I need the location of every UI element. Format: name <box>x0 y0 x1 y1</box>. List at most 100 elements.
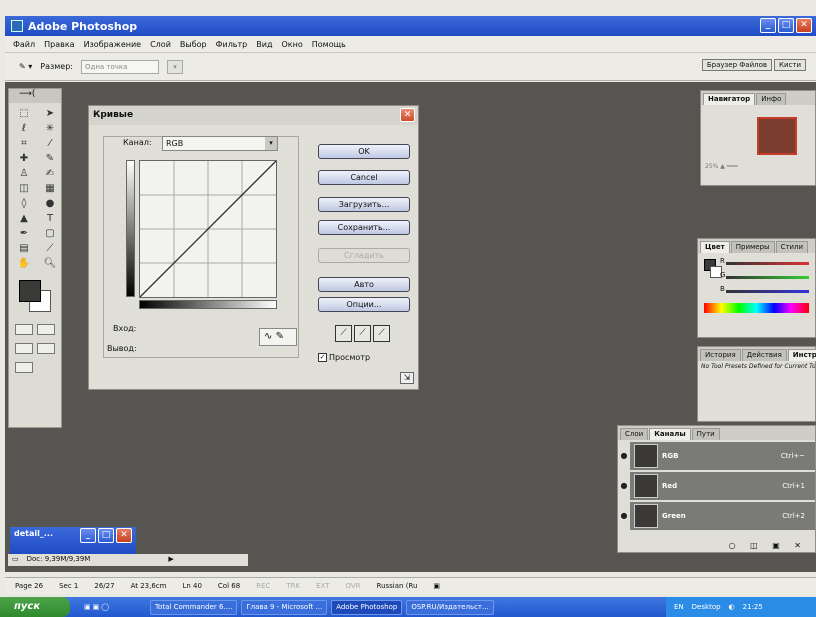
navigator-zoom[interactable]: 25% ▲ ━━━ <box>705 163 805 173</box>
tab-history[interactable]: История <box>700 349 741 361</box>
tab-paths[interactable]: Пути <box>691 428 720 440</box>
channel-actions[interactable]: ○ ◫ ▣ ✕ <box>729 541 807 550</box>
blur-tool-icon[interactable]: ◊ <box>13 197 35 210</box>
curves-grid[interactable] <box>139 160 277 298</box>
document-window[interactable]: detail_... _ □ ✕ <box>10 527 136 554</box>
color-slider-r[interactable]: R <box>720 257 809 269</box>
taskbar-item-total-commander[interactable]: Total Commander 6.... <box>150 599 238 615</box>
color-spectrum-bar[interactable] <box>704 303 809 313</box>
notes-tool-icon[interactable]: ▤ <box>13 242 35 255</box>
maximize-button[interactable]: □ <box>778 18 794 33</box>
preview-checkbox-row[interactable]: ✓ Просмотр <box>318 353 370 362</box>
auto-button[interactable]: Авто <box>318 277 410 292</box>
tab-navigator[interactable]: Навигатор <box>703 93 756 105</box>
channel-select[interactable]: RGB ▾ <box>162 136 278 151</box>
slider-g-track[interactable] <box>726 276 809 279</box>
size-select[interactable]: Одна точка <box>80 59 159 74</box>
eyedropper-tool-icon[interactable]: ⟋ <box>39 242 61 255</box>
dialog-close-button[interactable]: ✕ <box>400 108 415 122</box>
zoom-field[interactable]: ▭ <box>12 554 19 566</box>
zoom-out-icon[interactable]: ▲ ━━━ <box>720 163 737 170</box>
tab-color[interactable]: Цвет <box>700 241 730 253</box>
tray-desktop[interactable]: Desktop <box>692 603 721 611</box>
options-button[interactable]: Опции... <box>318 297 410 312</box>
spelling-icon[interactable]: ▣ <box>433 582 440 590</box>
color-slider-g[interactable]: G <box>720 271 809 283</box>
eye-icon[interactable]: ● <box>618 502 630 530</box>
zoom-tool-icon[interactable]: 🔍︎ <box>39 257 61 270</box>
menu-file[interactable]: Файл <box>13 40 35 49</box>
taskbar-item-browser[interactable]: OSP.RU/Издательст... <box>406 599 494 615</box>
taskbar-item-photoshop[interactable]: Adobe Photoshop <box>331 599 403 615</box>
maximize-button[interactable]: □ <box>98 528 114 543</box>
tab-actions[interactable]: Действия <box>741 349 787 361</box>
cancel-button[interactable]: Cancel <box>318 170 410 185</box>
channel-row[interactable]: ● Green Ctrl+2 <box>618 502 815 530</box>
healing-brush-tool-icon[interactable]: ✚ <box>13 152 35 165</box>
move-tool-icon[interactable]: ➤ <box>39 107 61 120</box>
minimize-button[interactable]: _ <box>80 528 96 543</box>
taskbar-item-word[interactable]: Глава 9 - Microsoft ... <box>241 599 328 615</box>
channel-row[interactable]: ● RGB Ctrl+~ <box>618 442 815 470</box>
tray-language[interactable]: EN <box>674 603 684 611</box>
pencil-tool-icon[interactable]: ✎ <box>276 331 284 342</box>
screen-mode-button[interactable] <box>15 343 33 354</box>
black-point-eyedropper-icon[interactable]: ⟋ <box>335 325 352 342</box>
jump-to-imageready-button[interactable] <box>15 362 33 373</box>
menu-image[interactable]: Изображение <box>84 40 142 49</box>
tab-brushes[interactable]: Кисти <box>774 59 806 71</box>
slider-b-track[interactable] <box>726 290 809 293</box>
crop-tool-icon[interactable]: ⌗ <box>13 137 35 150</box>
minimize-button[interactable]: _ <box>760 18 776 33</box>
preview-checkbox[interactable]: ✓ <box>318 353 327 362</box>
tab-channels[interactable]: Каналы <box>649 428 691 440</box>
menu-view[interactable]: Вид <box>256 40 272 49</box>
curves-graph[interactable] <box>139 160 277 298</box>
tab-swatches[interactable]: Примеры <box>730 241 775 253</box>
menu-help[interactable]: Помощь <box>312 40 346 49</box>
menu-window[interactable]: Окно <box>281 40 302 49</box>
quick-mask-button[interactable] <box>37 324 55 335</box>
color-slider-b[interactable]: B <box>720 285 809 297</box>
channel-row[interactable]: ● Red Ctrl+1 <box>618 472 815 500</box>
standard-mode-button[interactable] <box>15 324 33 335</box>
clone-stamp-tool-icon[interactable]: ♙ <box>13 167 35 180</box>
history-brush-tool-icon[interactable]: ✍ <box>39 167 61 180</box>
expand-dialog-icon[interactable]: ⇲ <box>400 372 414 384</box>
pen-tool-icon[interactable]: ✒ <box>13 227 35 240</box>
eye-icon[interactable]: ● <box>618 472 630 500</box>
type-tool-icon[interactable]: T <box>39 212 61 225</box>
white-point-eyedropper-icon[interactable]: ⟋ <box>373 325 390 342</box>
navigator-thumbnail[interactable] <box>757 117 797 155</box>
gray-point-eyedropper-icon[interactable]: ⟋ <box>354 325 371 342</box>
tab-layers[interactable]: Слои <box>620 428 649 440</box>
quick-launch-icon[interactable]: ▣▣◯ <box>84 603 111 611</box>
marquee-tool-icon[interactable]: ⬚ <box>13 107 35 120</box>
magic-wand-tool-icon[interactable]: ✳ <box>39 122 61 135</box>
status-rec[interactable]: REC <box>256 582 270 590</box>
status-arrow-icon[interactable]: ▶ <box>168 554 173 566</box>
tab-info[interactable]: Инфо <box>756 93 787 105</box>
slider-r-track[interactable] <box>726 262 809 265</box>
tab-file-browser[interactable]: Браузер Файлов <box>701 59 772 71</box>
toolbox-header[interactable]: ⟶( <box>9 89 61 103</box>
slice-tool-icon[interactable]: ⁄ <box>39 137 61 150</box>
shape-tool-icon[interactable]: ▢ <box>39 227 61 240</box>
load-button[interactable]: Загрузить... <box>318 197 410 212</box>
document-info[interactable]: Doc: 9,39M/9,39M <box>27 554 91 566</box>
smooth-button[interactable]: Сгладить <box>318 248 410 263</box>
volume-icon[interactable]: ◐ <box>729 603 735 611</box>
lasso-tool-icon[interactable]: ℓ <box>13 122 35 135</box>
size-arrow-icon[interactable]: ▾ <box>166 59 183 74</box>
path-selection-tool-icon[interactable]: ▲ <box>13 212 35 225</box>
menu-layer[interactable]: Слой <box>150 40 171 49</box>
start-button[interactable]: пуск <box>0 597 70 617</box>
hand-tool-icon[interactable]: ✋ <box>13 257 35 270</box>
menu-edit[interactable]: Правка <box>44 40 74 49</box>
dodge-tool-icon[interactable]: ● <box>39 197 61 210</box>
curve-point-tool-icon[interactable]: ∿ <box>264 331 272 342</box>
eraser-tool-icon[interactable]: ◫ <box>13 182 35 195</box>
close-button[interactable]: ✕ <box>796 18 812 33</box>
status-ovr[interactable]: OVR <box>345 582 360 590</box>
close-button[interactable]: ✕ <box>116 528 132 543</box>
